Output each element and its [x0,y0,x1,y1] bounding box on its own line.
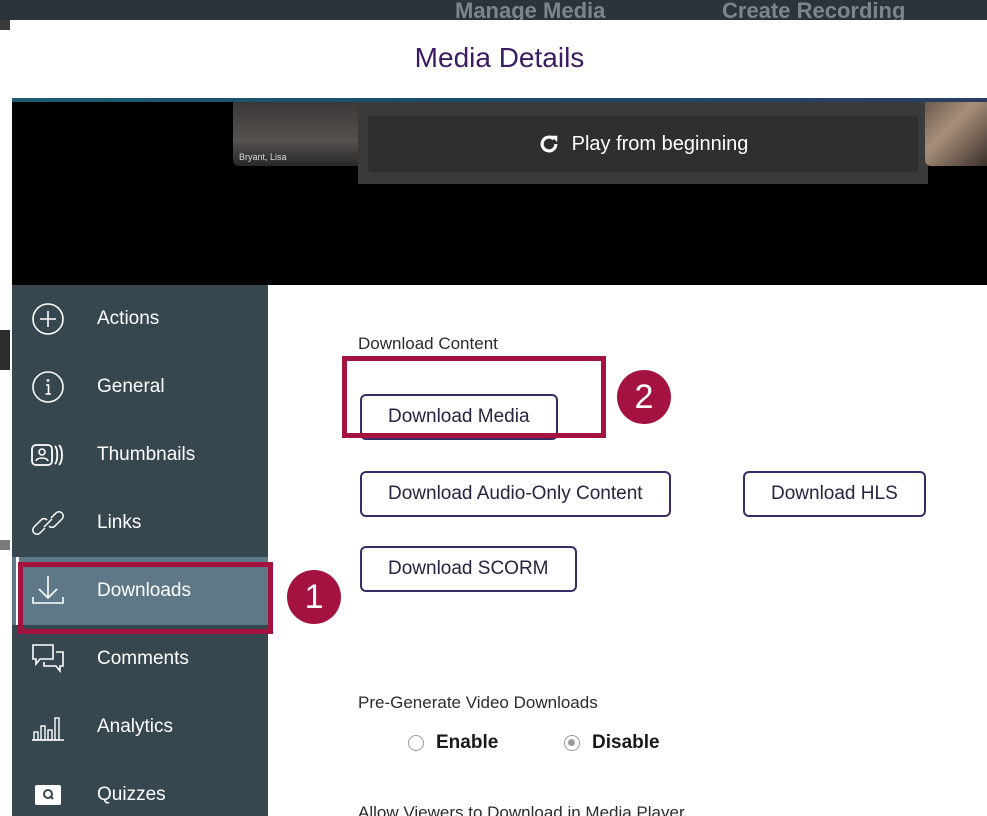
sidebar-item-label: Quizzes [97,784,166,805]
sidebar-item-comments[interactable]: Comments [12,625,268,693]
download-icon [30,573,66,609]
pre-generate-heading: Pre-Generate Video Downloads [358,693,598,712]
sidebar: Actions General Thumbnails Links Downloa… [12,285,268,816]
sidebar-item-label: Thumbnails [97,444,196,465]
sidebar-item-label: Links [97,512,142,533]
sidebar-item-quizzes[interactable]: Quizzes [12,761,268,816]
media-details-modal: Media Details Bryant, Lisa Play from beg… [12,20,987,816]
sidebar-item-general[interactable]: General [12,353,268,421]
downloads-panel: Download Content Download Media Download… [268,285,987,816]
play-overlay: Play from beginning [358,102,928,184]
disable-option: Disable [564,732,660,754]
download-audio-only-button[interactable]: Download Audio-Only Content [360,471,671,517]
allow-viewers-heading: Allow Viewers to Download in Media Playe… [358,803,685,816]
sidebar-item-label: Comments [97,648,189,669]
download-scorm-button[interactable]: Download SCORM [360,546,577,592]
replay-icon [540,135,558,153]
sidebar-item-analytics[interactable]: Analytics [12,693,268,761]
comments-icon [30,641,66,677]
modal-title: Media Details [414,42,585,73]
disable-radio[interactable] [564,735,580,751]
download-content-heading: Download Content [358,334,498,353]
sidebar-item-label: Downloads [97,580,191,601]
download-media-button[interactable]: Download Media [360,394,558,440]
background-left-strip [0,20,12,816]
plus-circle-icon [30,301,66,337]
download-hls-button[interactable]: Download HLS [743,471,926,517]
sidebar-item-actions[interactable]: Actions [12,285,268,353]
participant-name: Bryant, Lisa [239,152,287,162]
quiz-icon [30,777,66,813]
background-toolbar: Manage Media Create Recording [0,0,987,23]
sidebar-item-label: General [97,376,165,397]
enable-option: Enable [408,732,498,754]
play-from-beginning-button[interactable]: Play from beginning [368,116,918,172]
participant-thumbnail: Bryant, Lisa [233,102,365,166]
sidebar-item-links[interactable]: Links [12,489,268,557]
sidebar-item-thumbnails[interactable]: Thumbnails [12,421,268,489]
step-1-badge: 1 [287,570,341,624]
info-icon [30,369,66,405]
participant-thumbnail-2 [925,102,987,166]
enable-radio[interactable] [408,735,424,751]
analytics-icon [30,709,66,745]
sidebar-item-label: Analytics [97,716,174,737]
disable-label: Disable [592,732,660,753]
video-preview: Bryant, Lisa Play from beginning [12,102,987,285]
modal-header: Media Details [12,20,987,98]
play-button-label: Play from beginning [571,132,749,155]
sidebar-item-label: Actions [97,308,160,329]
enable-label: Enable [436,732,499,753]
link-icon [30,505,66,541]
step-2-badge: 2 [617,370,671,424]
thumbnails-icon [30,437,66,473]
sidebar-item-downloads[interactable]: Downloads [12,557,268,625]
